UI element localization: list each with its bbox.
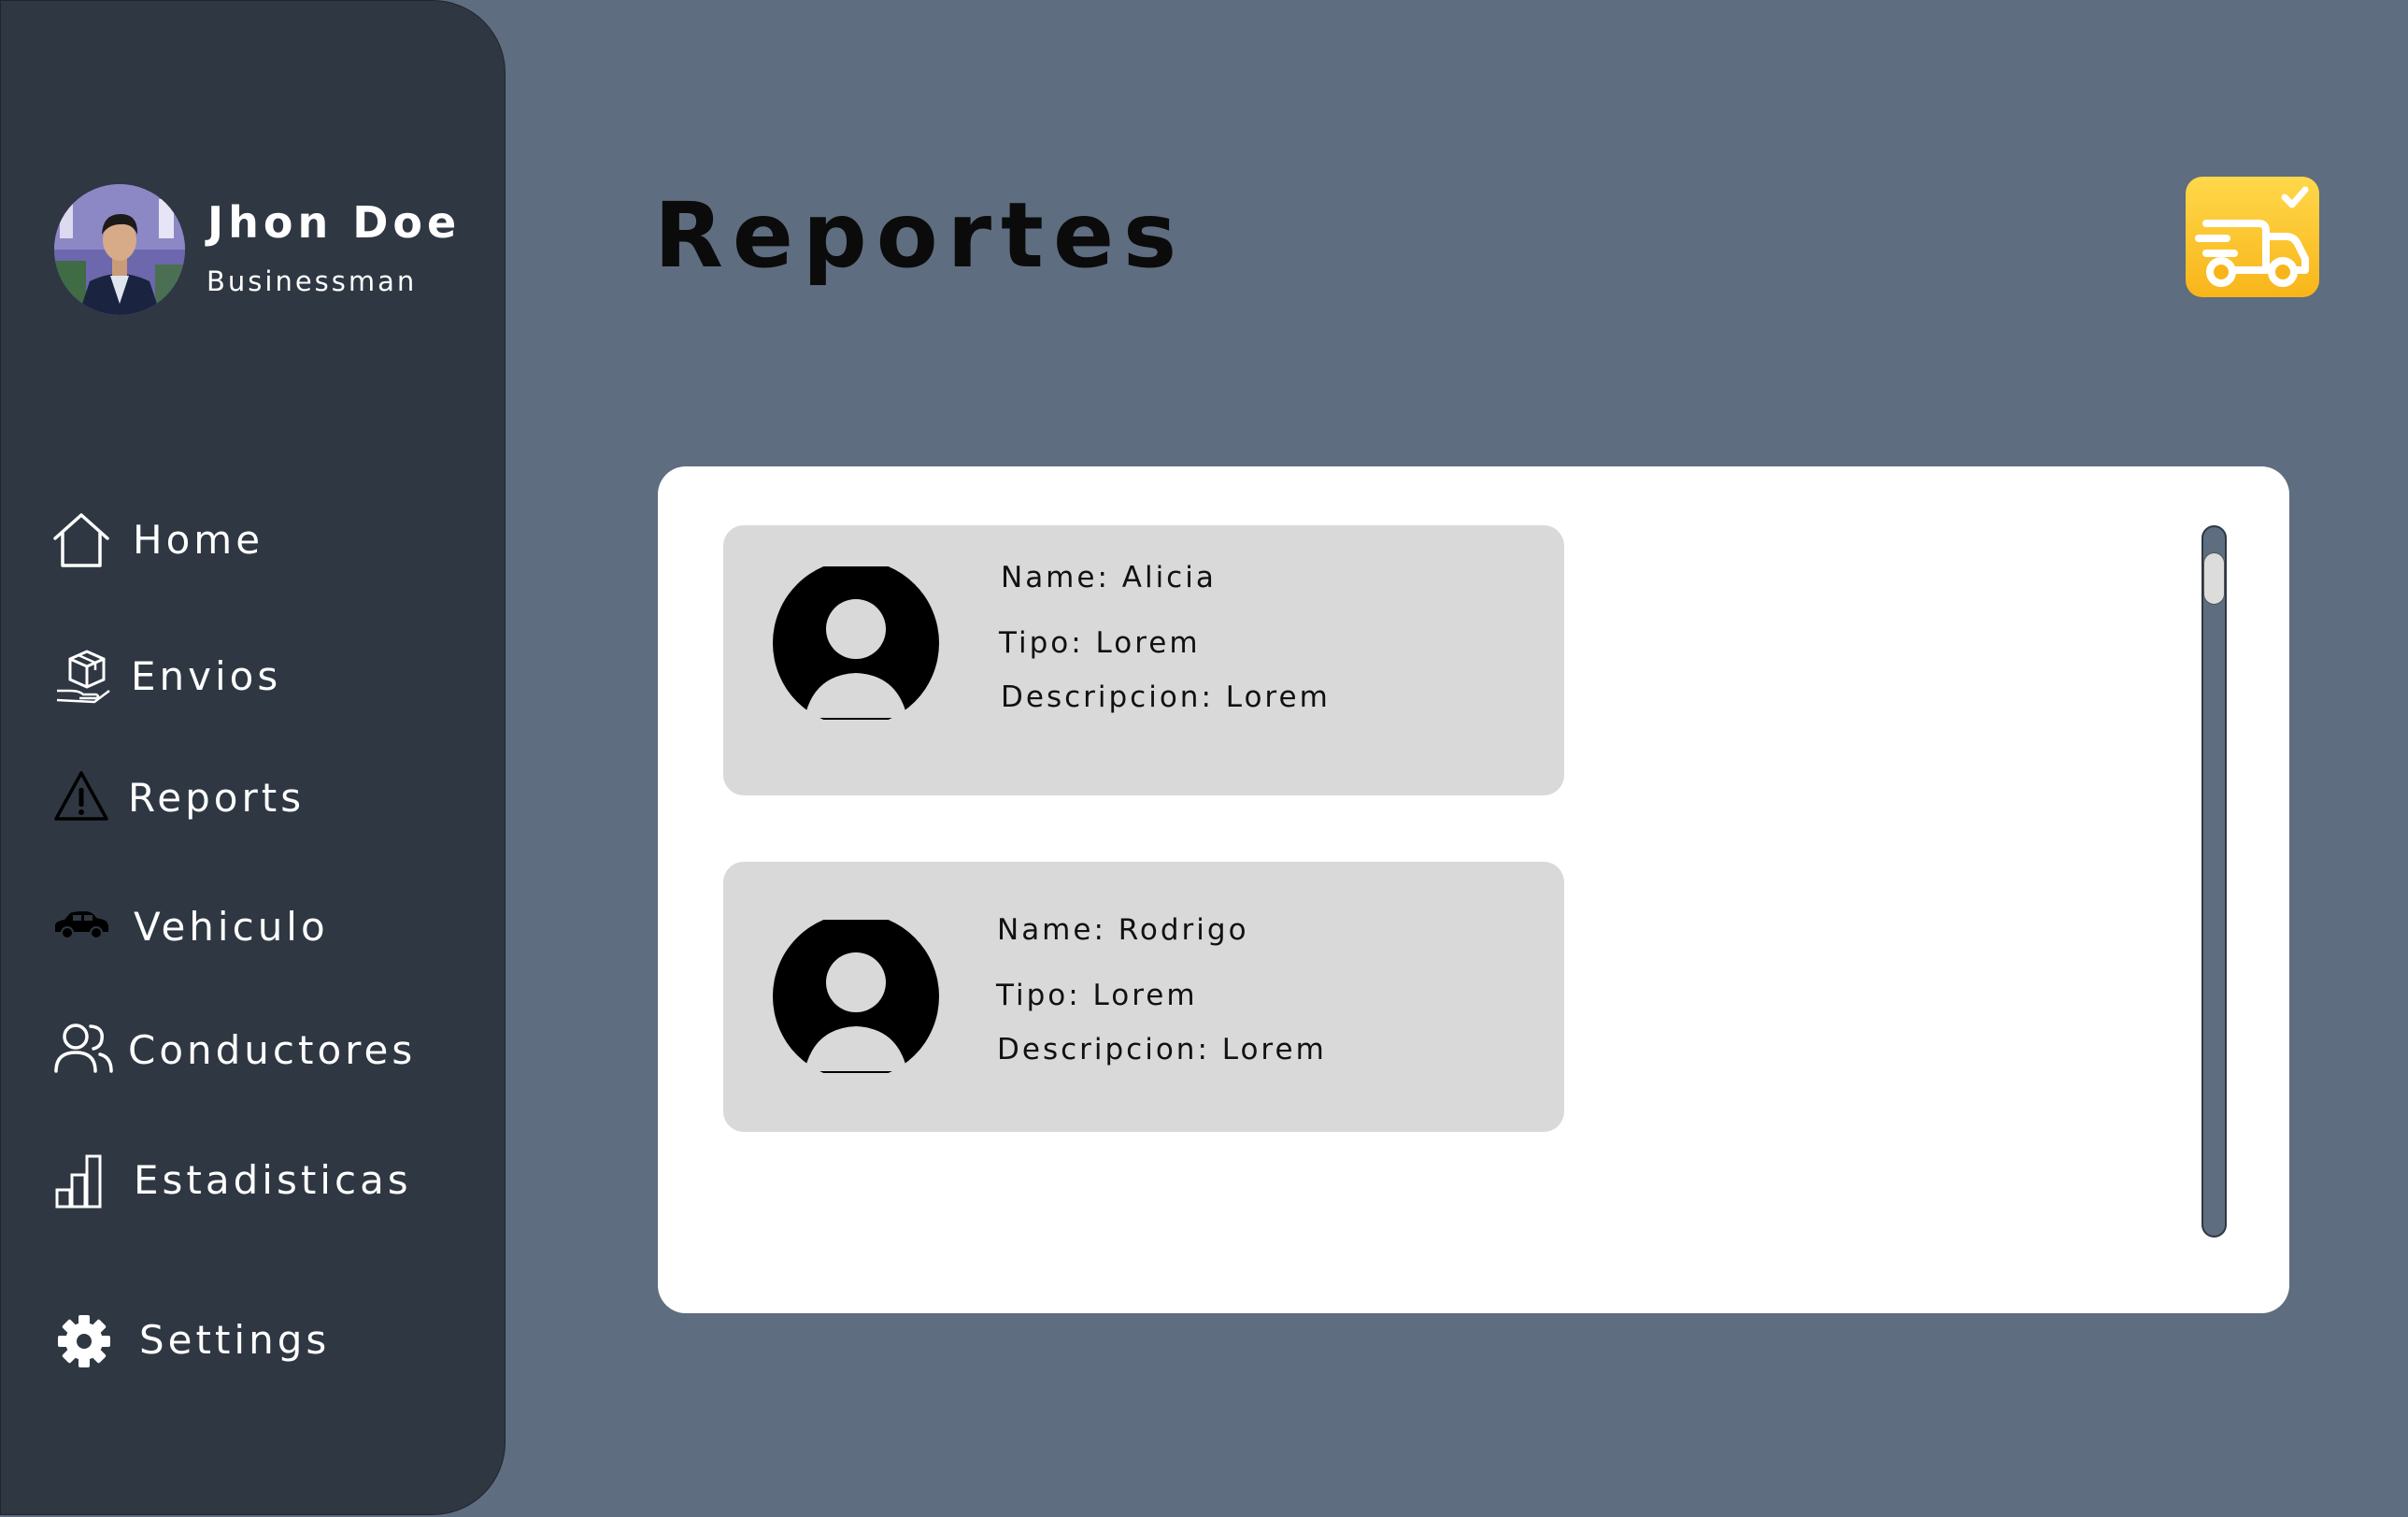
bar-chart-icon [55, 1154, 106, 1212]
report-name: Name: Alicia [1001, 561, 1217, 594]
report-descripcion: Descripcion: Lorem [1001, 680, 1331, 714]
report-descripcion: Descripcion: Lorem [997, 1033, 1327, 1066]
sidebar-item-label: Settings [139, 1317, 331, 1363]
sidebar-item-label: Home [133, 517, 264, 563]
user-role: Businessman [207, 265, 418, 297]
report-tipo: Tipo: Lorem [996, 979, 1198, 1012]
sidebar-item-reports[interactable]: Reports [1, 758, 468, 842]
scrollbar[interactable] [2201, 525, 2227, 1238]
sidebar: Jhon Doe Businessman Home Envios Reports… [0, 0, 506, 1515]
sidebar-item-settings[interactable]: Settings [1, 1298, 468, 1382]
house-icon [51, 510, 111, 574]
gear-icon [57, 1314, 111, 1372]
warning-triangle-icon [53, 769, 109, 827]
scrollbar-thumb[interactable] [2203, 552, 2225, 605]
report-tipo: Tipo: Lorem [999, 626, 1201, 660]
sidebar-item-label: Vehiculo [134, 904, 329, 950]
sidebar-item-vehiculo[interactable]: Vehiculo [1, 886, 468, 970]
page-title: Reportes [654, 183, 1187, 288]
user-name: Jhon Doe [207, 197, 462, 248]
avatar[interactable] [54, 184, 185, 315]
sidebar-item-label: Envios [131, 653, 282, 699]
users-icon [53, 1022, 115, 1080]
report-card[interactable]: Name: Rodrigo Tipo: Lorem Descripcion: L… [723, 862, 1564, 1132]
sidebar-item-home[interactable]: Home [1, 499, 468, 583]
car-icon [53, 910, 109, 944]
delivery-truck-icon[interactable] [2186, 177, 2319, 297]
reports-panel: Name: Alicia Tipo: Lorem Descripcion: Lo… [658, 466, 2289, 1313]
sidebar-item-label: Estadisticas [134, 1157, 412, 1203]
user-avatar-icon [773, 920, 939, 1073]
user-avatar-icon [773, 566, 939, 720]
sidebar-item-label: Conductores [128, 1027, 417, 1073]
sidebar-item-conductores[interactable]: Conductores [1, 1010, 468, 1095]
sidebar-item-envios[interactable]: Envios [1, 637, 468, 721]
report-card[interactable]: Name: Alicia Tipo: Lorem Descripcion: Lo… [723, 525, 1564, 795]
package-hand-icon [55, 648, 111, 708]
report-name: Name: Rodrigo [997, 913, 1249, 947]
sidebar-item-label: Reports [128, 775, 306, 821]
sidebar-item-estadisticas[interactable]: Estadisticas [1, 1139, 468, 1224]
